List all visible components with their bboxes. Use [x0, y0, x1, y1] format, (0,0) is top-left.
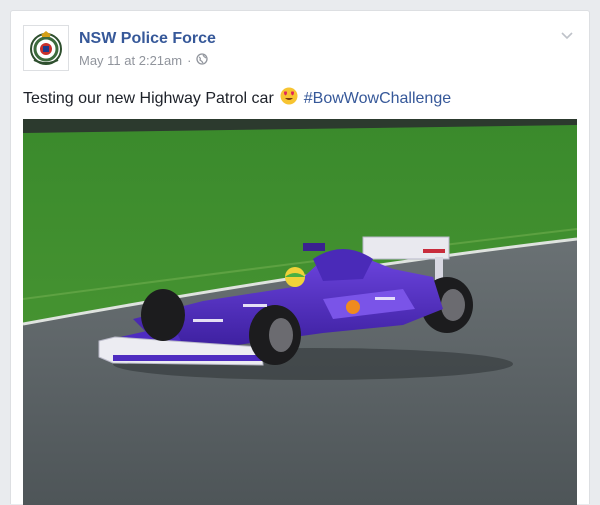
post-message: Testing our new Highway Patrol car #BowW…: [23, 87, 451, 110]
globe-icon[interactable]: [196, 53, 209, 68]
post-photo[interactable]: [23, 119, 577, 505]
post-meta: May 11 at 2:21am ·: [79, 53, 209, 68]
post-message-text: Testing our new Highway Patrol car: [23, 89, 274, 107]
page-name-link[interactable]: NSW Police Force: [79, 30, 216, 48]
hashtag-link[interactable]: #BowWowChallenge: [304, 90, 451, 108]
meta-separator: ·: [187, 53, 192, 68]
post-timestamp[interactable]: May 11 at 2:21am: [79, 53, 182, 68]
page-avatar[interactable]: [23, 25, 69, 71]
post-card: NSW Police Force May 11 at 2:21am · Test…: [10, 10, 590, 505]
chevron-down-icon[interactable]: [559, 27, 575, 43]
police-badge-icon: [30, 31, 62, 65]
heart-eyes-emoji-icon: [280, 87, 298, 110]
